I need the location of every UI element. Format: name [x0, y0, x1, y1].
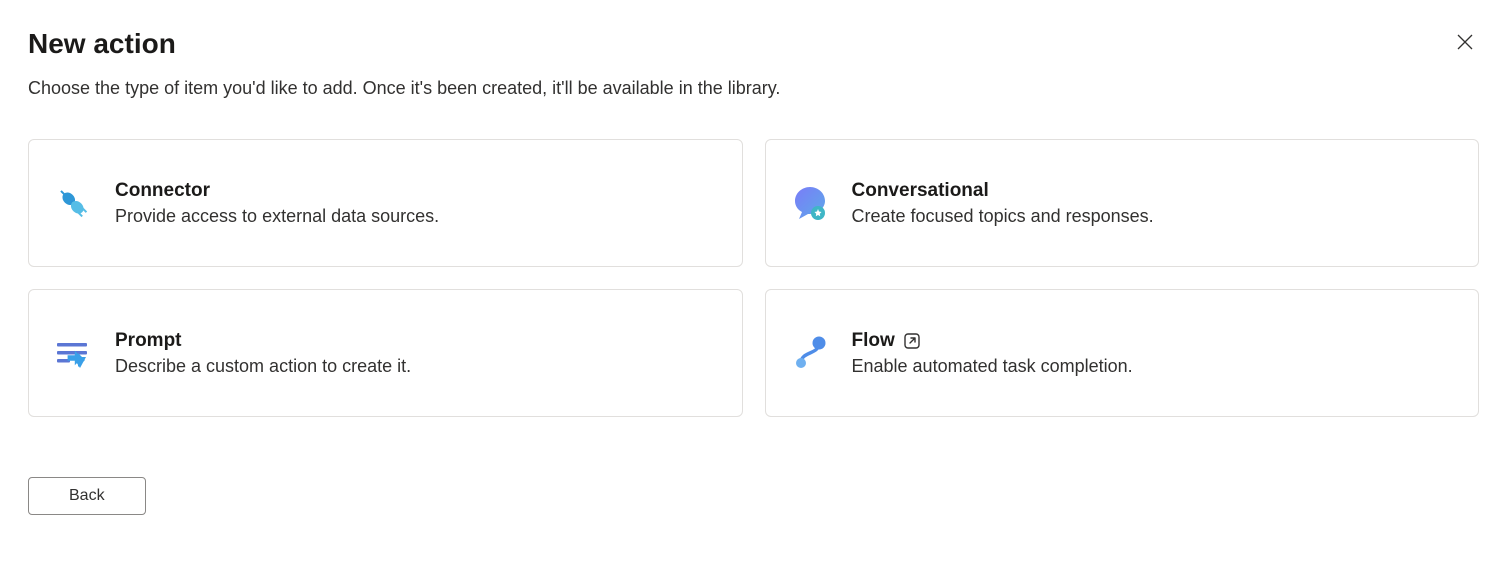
card-desc: Provide access to external data sources.	[115, 206, 439, 227]
card-prompt[interactable]: Prompt Describe a custom action to creat…	[28, 289, 743, 417]
card-flow[interactable]: Flow Enable automated task completion.	[765, 289, 1480, 417]
close-icon	[1455, 32, 1475, 52]
card-connector[interactable]: Connector Provide access to external dat…	[28, 139, 743, 267]
page-subtitle: Choose the type of item you'd like to ad…	[28, 78, 1479, 99]
card-text: Conversational Create focused topics and…	[852, 180, 1154, 227]
flow-icon	[790, 333, 830, 373]
action-type-grid: Connector Provide access to external dat…	[28, 139, 1479, 417]
card-title: Flow	[852, 330, 1133, 352]
conversational-icon	[790, 183, 830, 223]
card-conversational[interactable]: Conversational Create focused topics and…	[765, 139, 1480, 267]
card-title-label: Flow	[852, 330, 895, 352]
card-text: Flow Enable automated task completion.	[852, 330, 1133, 377]
card-desc: Enable automated task completion.	[852, 356, 1133, 377]
dialog-header: New action	[28, 28, 1479, 60]
card-title: Conversational	[852, 180, 1154, 202]
external-link-icon	[903, 332, 921, 350]
back-button[interactable]: Back	[28, 477, 146, 515]
card-desc: Describe a custom action to create it.	[115, 356, 411, 377]
connector-icon	[53, 183, 93, 223]
prompt-icon	[53, 333, 93, 373]
close-button[interactable]	[1451, 28, 1479, 56]
card-title: Prompt	[115, 330, 411, 352]
page-title: New action	[28, 28, 176, 60]
card-desc: Create focused topics and responses.	[852, 206, 1154, 227]
card-text: Connector Provide access to external dat…	[115, 180, 439, 227]
card-text: Prompt Describe a custom action to creat…	[115, 330, 411, 377]
card-title: Connector	[115, 180, 439, 202]
